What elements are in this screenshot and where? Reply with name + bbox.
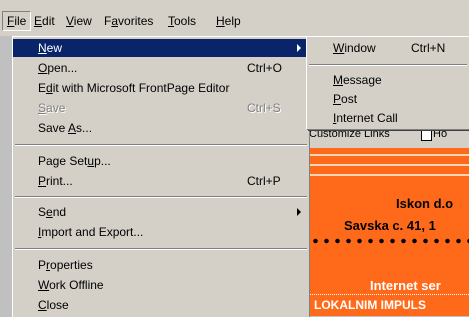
- menu-item-label: New: [38, 41, 63, 55]
- submenu-item-internet-call[interactable]: Internet Call: [307, 109, 469, 127]
- webpage-subheading: LOKALNIM IMPULS: [314, 298, 426, 312]
- menu-separator: [309, 64, 467, 66]
- menu-item-label: Save As...: [38, 121, 93, 135]
- menu-item-label: Edit with Microsoft FrontPage Editor: [38, 81, 230, 95]
- submenu-item-post[interactable]: Post: [307, 90, 469, 108]
- submenu-item-window[interactable]: Window Ctrl+N: [307, 39, 469, 57]
- menu-view[interactable]: View: [62, 12, 96, 30]
- menu-separator: [15, 144, 307, 146]
- menu-separator: [15, 196, 307, 198]
- file-menu-dropdown: New Open... Ctrl+O Edit with Microsoft F…: [12, 36, 309, 317]
- menu-item-edit-frontpage[interactable]: Edit with Microsoft FrontPage Editor: [13, 79, 309, 97]
- menu-item-label: Message: [333, 73, 382, 87]
- menu-item-save: Save Ctrl+S: [13, 99, 309, 117]
- menu-item-label: Post: [333, 92, 358, 106]
- link-page-icon-2: [421, 130, 432, 141]
- menu-favorites[interactable]: Favorites: [100, 12, 157, 30]
- menu-item-label: Work Offline: [38, 278, 104, 292]
- menu-item-page-setup[interactable]: Page Setup...: [13, 152, 309, 170]
- menu-item-label: Properties: [38, 258, 93, 272]
- menu-file[interactable]: File: [2, 11, 32, 31]
- menu-item-work-offline[interactable]: Work Offline: [13, 276, 309, 294]
- menu-tools[interactable]: Tools: [164, 12, 200, 30]
- menu-item-label: Close: [38, 298, 69, 312]
- menu-edit[interactable]: Edit: [30, 12, 59, 30]
- menu-separator: [15, 248, 307, 250]
- menu-help[interactable]: Help: [212, 12, 245, 30]
- menu-item-label: Window: [333, 41, 376, 55]
- header-stripe: [310, 154, 469, 156]
- submenu-item-message[interactable]: Message: [307, 71, 469, 89]
- company-name: Iskon d.o: [396, 196, 454, 211]
- menu-item-shortcut: Ctrl+O: [247, 61, 283, 75]
- menu-item-label: Print...: [38, 174, 73, 188]
- menu-item-label: Import and Export...: [38, 225, 144, 239]
- menu-item-label: Page Setup...: [38, 154, 111, 168]
- menu-item-label: Send: [38, 205, 67, 219]
- menu-item-save-as[interactable]: Save As...: [13, 119, 309, 137]
- submenu-arrow-icon: [297, 44, 301, 52]
- submenu-arrow-icon: [297, 208, 301, 216]
- header-stripe: [310, 164, 469, 166]
- menu-item-send[interactable]: Send: [13, 203, 309, 221]
- new-submenu: Window Ctrl+N Message Post Internet Call: [306, 36, 469, 129]
- menu-item-shortcut: Ctrl+N: [411, 41, 446, 55]
- menu-item-properties[interactable]: Properties: [13, 256, 309, 274]
- menu-item-import-export[interactable]: Import and Export...: [13, 223, 309, 241]
- menu-item-new[interactable]: New: [13, 39, 309, 57]
- header-stripe: [310, 174, 469, 176]
- webpage-content: Iskon d.o Savska c. 41, 1 Internet ser L…: [310, 148, 469, 316]
- webpage-heading: Internet ser: [370, 278, 441, 293]
- menu-item-label: Internet Call: [333, 111, 398, 125]
- dotted-divider-white: [310, 294, 469, 296]
- links-second-link[interactable]: Ho: [433, 128, 447, 140]
- customize-links-link[interactable]: Customize Links: [309, 128, 390, 140]
- menu-item-label: Save: [38, 101, 66, 115]
- menu-item-close[interactable]: Close: [13, 296, 309, 314]
- menu-item-print[interactable]: Print... Ctrl+P: [13, 172, 309, 190]
- dotted-divider: [310, 238, 469, 244]
- menu-item-shortcut: Ctrl+S: [247, 101, 281, 115]
- menu-bar: File Edit View Favorites Tools Help: [0, 0, 469, 36]
- company-address: Savska c. 41, 1: [344, 218, 436, 233]
- menu-item-label: Open...: [38, 61, 78, 75]
- menu-item-shortcut: Ctrl+P: [247, 174, 281, 188]
- menu-item-open[interactable]: Open... Ctrl+O: [13, 59, 309, 77]
